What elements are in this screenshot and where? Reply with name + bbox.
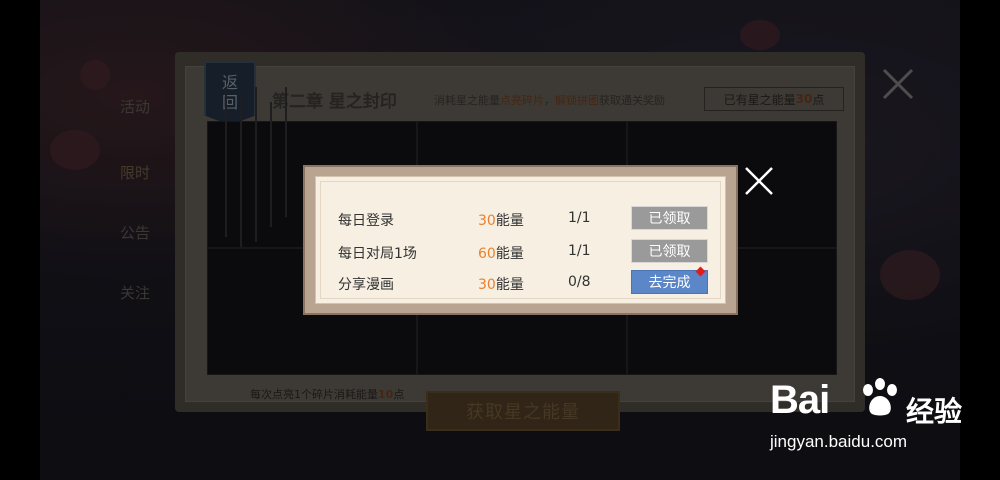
go-complete-button[interactable]: 去完成 [631, 266, 708, 294]
notification-dot [695, 266, 706, 277]
claimed-button[interactable]: 已领取 [631, 206, 708, 230]
game-screen: 活动 限时 公告 关注 返 回 第二章 星之封印 消耗星之能量点亮碎片，解锁拼图… [0, 0, 1000, 480]
task-reward: 30能量 [478, 213, 524, 229]
energy-tasks-dialog: 每日登录 30能量 1/1 已领取 每日对局1场 60能量 1/1 已领取 分享… [303, 165, 738, 315]
task-progress: 1/1 [568, 243, 591, 259]
watermark-url: jingyan.baidu.com [770, 432, 908, 451]
task-progress: 1/1 [568, 210, 591, 226]
task-progress: 0/8 [568, 274, 591, 290]
task-name: 分享漫画 [338, 277, 394, 293]
watermark-brand: Bai [770, 378, 830, 422]
paw-icon [863, 378, 897, 416]
baidu-jingyan-watermark: Bai du 经验 jingyan.baidu.com [770, 372, 980, 462]
dialog-content: 每日登录 30能量 1/1 已领取 每日对局1场 60能量 1/1 已领取 分享… [315, 176, 726, 304]
watermark-cn: 经验 [906, 395, 963, 428]
task-row: 每日登录 30能量 1/1 已领取 [316, 204, 727, 234]
task-row: 每日对局1场 60能量 1/1 已领取 [316, 237, 727, 267]
task-name: 每日对局1场 [338, 246, 417, 262]
task-reward: 30能量 [478, 277, 524, 293]
task-row: 分享漫画 30能量 0/8 去完成 [316, 266, 727, 298]
task-name: 每日登录 [338, 213, 394, 229]
close-icon[interactable] [740, 160, 780, 200]
claimed-button[interactable]: 已领取 [631, 239, 708, 263]
task-reward: 60能量 [478, 246, 524, 262]
